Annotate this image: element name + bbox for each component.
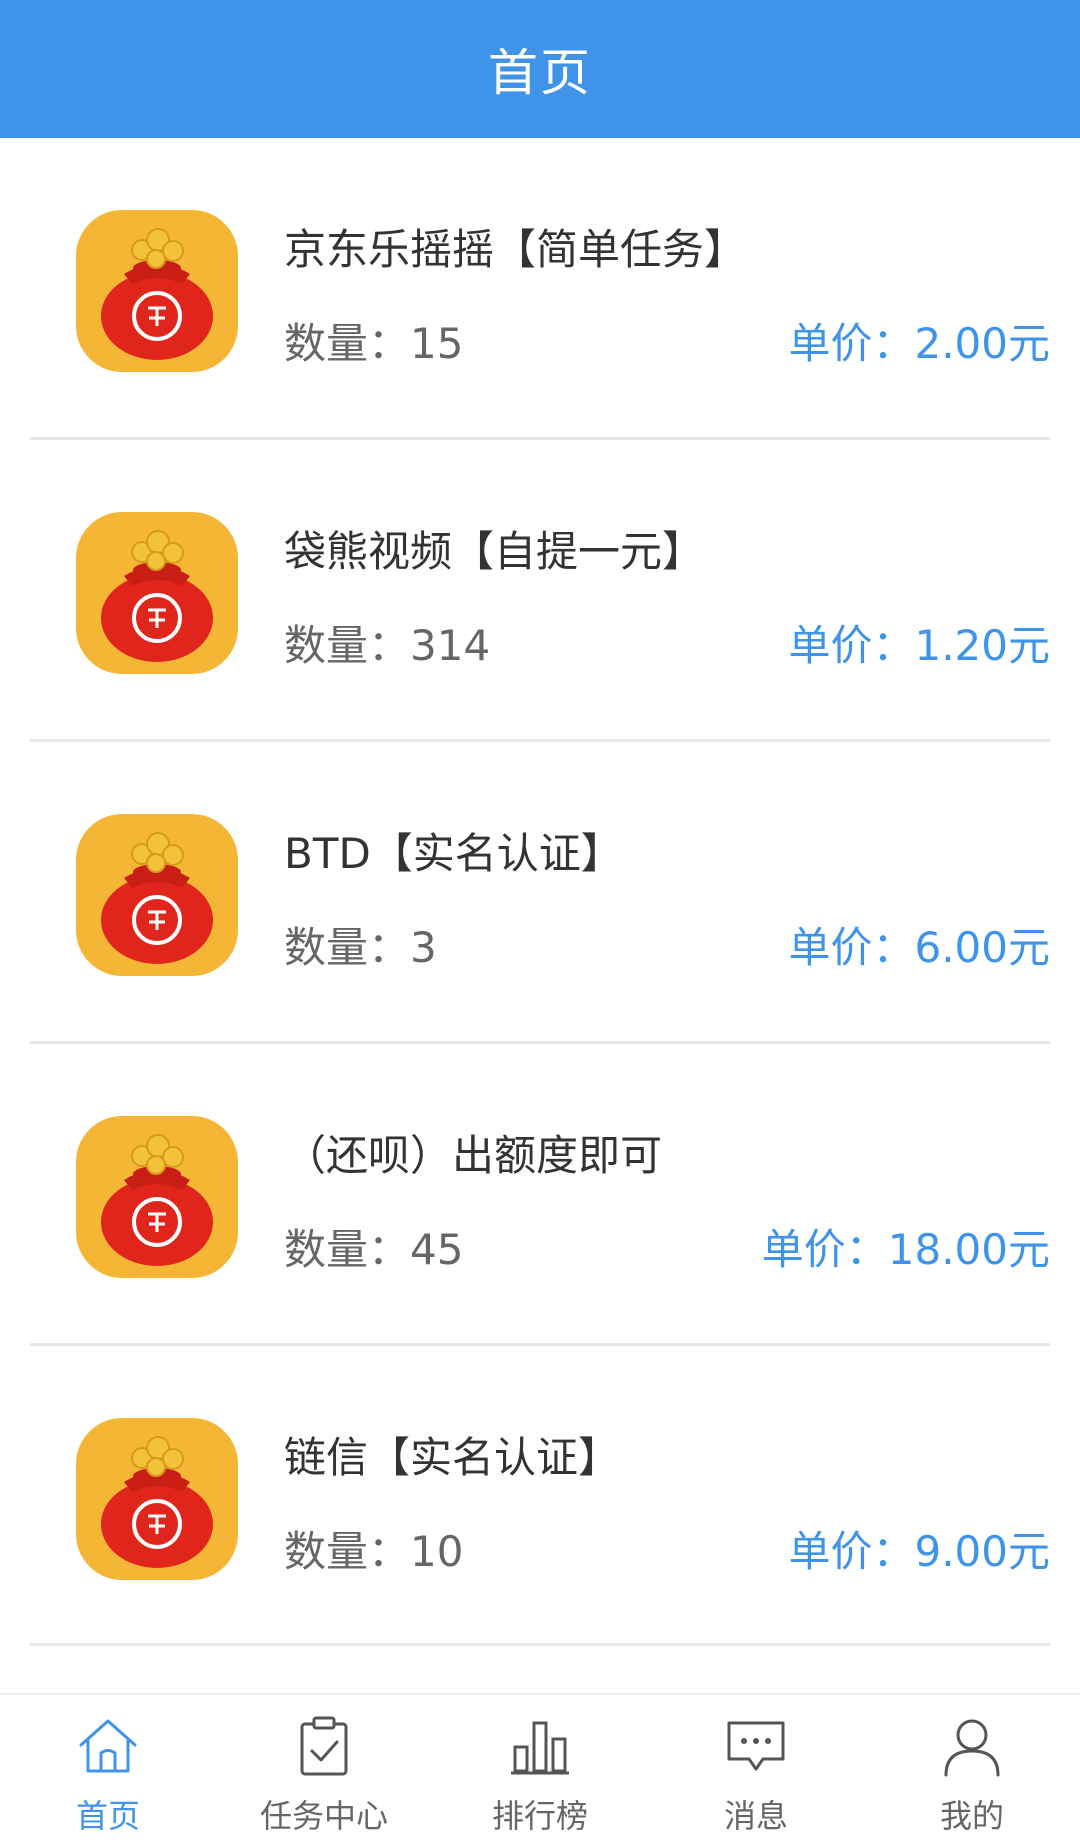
- clipboard-check-icon: [300, 1716, 348, 1776]
- task-title: 链信【实名认证】: [284, 1433, 621, 1482]
- tab-task-center[interactable]: 任务中心: [216, 1695, 432, 1848]
- task-title: BTD【实名认证】: [284, 829, 623, 878]
- bar-chart-icon: [511, 1721, 569, 1775]
- task-item[interactable]: 袋熊视频【自提一元】 数量：314 单价：1.20元: [30, 440, 1050, 742]
- task-quantity: 数量：314: [284, 621, 491, 670]
- task-item[interactable]: （还呗）出额度即可 数量：45 单价：18.00元: [30, 1044, 1050, 1346]
- reward-bag-icon: [76, 1116, 238, 1278]
- home-icon: [79, 1719, 137, 1773]
- task-price: 单价：6.00元: [788, 923, 1050, 972]
- task-quantity: 数量：45: [284, 1225, 464, 1274]
- bottom-tab-bar: 首页 任务中心 排行榜 消息 我的: [0, 1693, 1080, 1848]
- tab-home[interactable]: 首页: [0, 1695, 216, 1848]
- task-title: 袋熊视频【自提一元】: [284, 527, 705, 576]
- reward-bag-icon: [76, 1418, 238, 1580]
- tab-label: 消息: [723, 1797, 788, 1835]
- task-item[interactable]: 京东乐摇摇【简单任务】 数量：15 单价：2.00元: [30, 138, 1050, 440]
- task-list[interactable]: 京东乐摇摇【简单任务】 数量：15 单价：2.00元 袋熊视频【自提一元】 数量…: [0, 138, 1080, 1693]
- tab-mine[interactable]: 我的: [864, 1695, 1080, 1848]
- tab-label: 首页: [75, 1797, 140, 1835]
- top-header: 首页: [0, 0, 1080, 138]
- task-quantity: 数量：10: [284, 1527, 464, 1576]
- task-item[interactable]: 链信【实名认证】 数量：10 单价：9.00元: [30, 1346, 1050, 1646]
- task-price: 单价：2.00元: [788, 319, 1050, 368]
- reward-bag-icon: [76, 512, 238, 674]
- task-quantity: 数量：3: [284, 923, 437, 972]
- page-title: 首页: [488, 44, 592, 102]
- task-title: 京东乐摇摇【简单任务】: [284, 225, 747, 274]
- tab-label: 任务中心: [259, 1797, 388, 1835]
- task-item[interactable]: BTD【实名认证】 数量：3 单价：6.00元: [30, 742, 1050, 1044]
- message-icon: [727, 1721, 785, 1771]
- reward-bag-icon: [76, 814, 238, 976]
- tab-label: 排行榜: [491, 1797, 588, 1835]
- task-price: 单价：18.00元: [761, 1225, 1050, 1274]
- reward-bag-icon: [76, 210, 238, 372]
- task-quantity: 数量：15: [284, 319, 464, 368]
- task-price: 单价：9.00元: [788, 1527, 1050, 1576]
- task-price: 单价：1.20元: [788, 621, 1050, 670]
- tab-label: 我的: [939, 1797, 1004, 1835]
- tab-messages[interactable]: 消息: [648, 1695, 864, 1848]
- task-title: （还呗）出额度即可: [284, 1131, 663, 1180]
- user-icon: [944, 1719, 1000, 1777]
- tab-ranking[interactable]: 排行榜: [432, 1695, 648, 1848]
